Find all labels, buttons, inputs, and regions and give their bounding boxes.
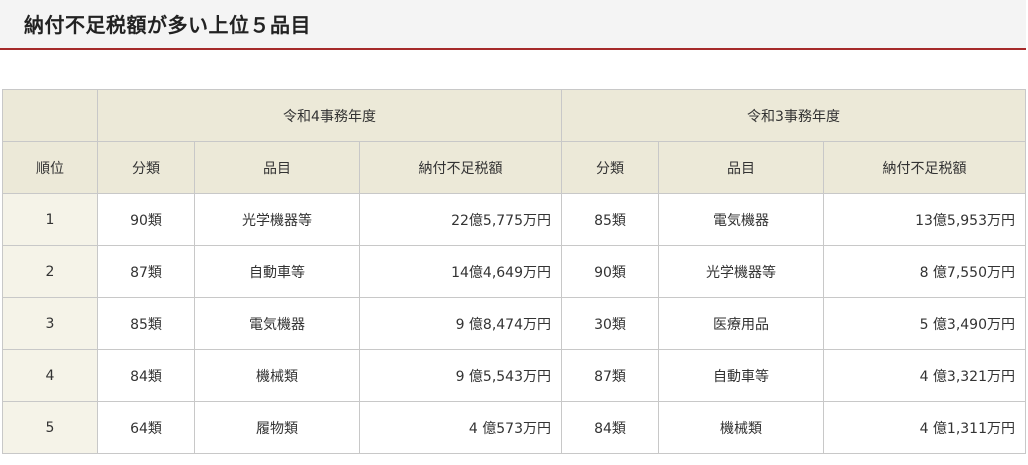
r4-category-header: 分類 [97,141,195,194]
r3-item-cell: 光学機器等 [658,245,824,298]
r4-amount-cell: 9 億8,474万円 [359,297,562,350]
r3-amount-cell: 13億5,953万円 [823,193,1026,246]
r3-item-cell: 電気機器 [658,193,824,246]
r3-amount-cell: 8 億7,550万円 [823,245,1026,298]
r3-item-header: 品目 [658,141,824,194]
period-header-r3: 令和3事務年度 [561,89,1026,142]
table-row: 2 87類 自動車等 14億4,649万円 90類 光学機器等 8 億7,550… [2,245,1026,298]
header-row-columns: 順位 分類 品目 納付不足税額 分類 品目 納付不足税額 [2,141,1026,194]
r4-item-cell: 光学機器等 [194,193,360,246]
rank-cell: 3 [2,297,98,350]
r4-item-header: 品目 [194,141,360,194]
r4-amount-header: 納付不足税額 [359,141,562,194]
r4-item-cell: 履物類 [194,401,360,454]
r3-category-cell: 90類 [561,245,659,298]
page-heading: 納付不足税額が多い上位５品目 [0,0,1026,50]
period-header-r4: 令和4事務年度 [97,89,562,142]
r4-category-cell: 85類 [97,297,195,350]
r3-category-cell: 30類 [561,297,659,350]
r4-amount-cell: 14億4,649万円 [359,245,562,298]
r3-item-cell: 機械類 [658,401,824,454]
table-row: 4 84類 機械類 9 億5,543万円 87類 自動車等 4 億3,321万円 [2,349,1026,402]
rank-cell: 5 [2,401,98,454]
rank-cell: 4 [2,349,98,402]
rank-cell: 2 [2,245,98,298]
rank-header: 順位 [2,141,98,194]
r4-amount-cell: 9 億5,543万円 [359,349,562,402]
r3-category-cell: 87類 [561,349,659,402]
table-row: 3 85類 電気機器 9 億8,474万円 30類 医療用品 5 億3,490万… [2,297,1026,350]
r4-item-cell: 電気機器 [194,297,360,350]
r3-amount-cell: 4 億1,311万円 [823,401,1026,454]
r4-category-cell: 87類 [97,245,195,298]
table-row: 1 90類 光学機器等 22億5,775万円 85類 電気機器 13億5,953… [2,193,1026,246]
r3-item-cell: 自動車等 [658,349,824,402]
r4-amount-cell: 4 億573万円 [359,401,562,454]
r4-item-cell: 機械類 [194,349,360,402]
r3-item-cell: 医療用品 [658,297,824,350]
header-blank-cell [2,89,98,142]
r3-amount-cell: 5 億3,490万円 [823,297,1026,350]
r3-amount-header: 納付不足税額 [823,141,1026,194]
r4-amount-cell: 22億5,775万円 [359,193,562,246]
r3-category-cell: 84類 [561,401,659,454]
rank-cell: 1 [2,193,98,246]
r4-item-cell: 自動車等 [194,245,360,298]
r3-amount-cell: 4 億3,321万円 [823,349,1026,402]
table-row: 5 64類 履物類 4 億573万円 84類 機械類 4 億1,311万円 [2,401,1026,454]
r4-category-cell: 64類 [97,401,195,454]
header-row-periods: 令和4事務年度 令和3事務年度 [2,89,1026,142]
page-title: 納付不足税額が多い上位５品目 [24,13,311,37]
r4-category-cell: 84類 [97,349,195,402]
r3-category-header: 分類 [561,141,659,194]
r4-category-cell: 90類 [97,193,195,246]
shortfall-tax-table: 令和4事務年度 令和3事務年度 順位 分類 品目 納付不足税額 分類 品目 納付… [2,89,1026,454]
r3-category-cell: 85類 [561,193,659,246]
